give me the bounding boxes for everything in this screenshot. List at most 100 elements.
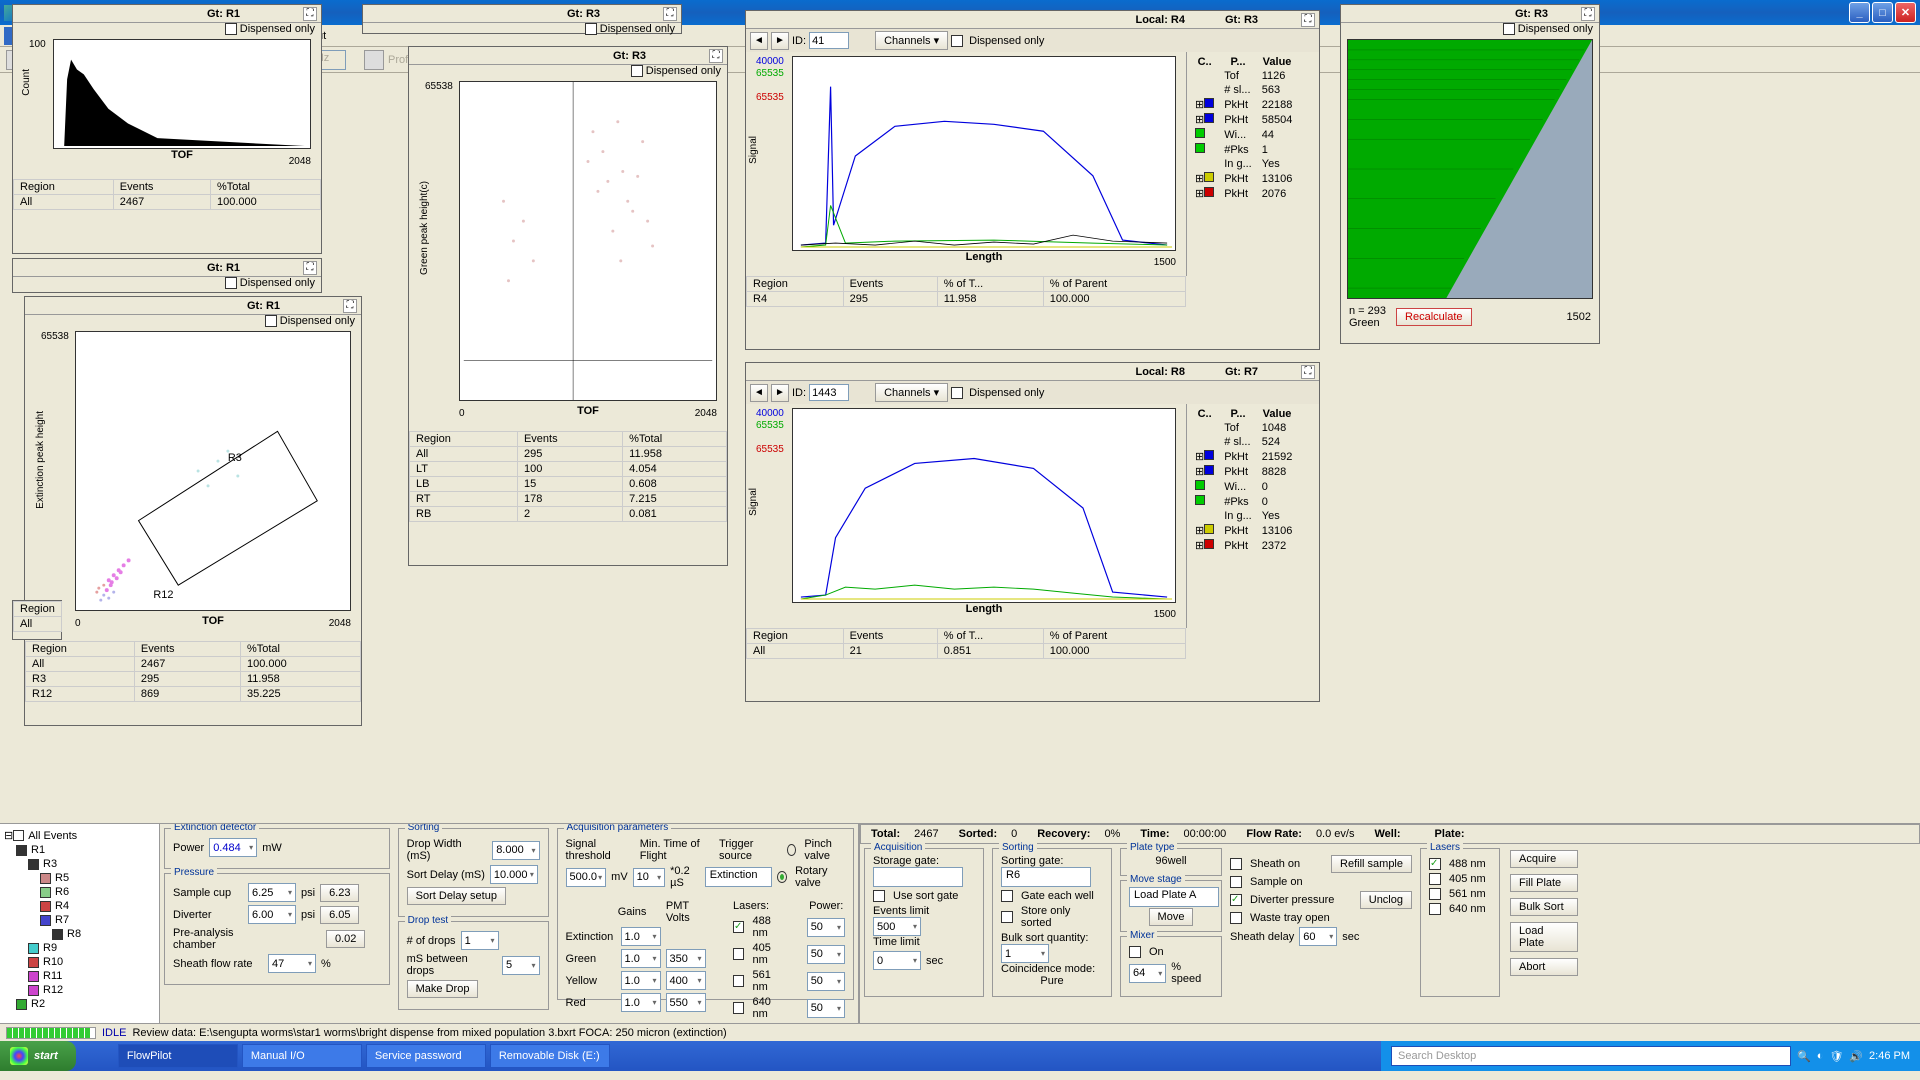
tree-item-r1[interactable]: R1 xyxy=(4,843,155,857)
expand-icon[interactable]: ⛶ xyxy=(1301,13,1315,27)
move-button[interactable]: Move xyxy=(1149,908,1194,926)
region-tree: ⊟ All Events R1R3R5R6R4R7R8R9R10R11R12R2 xyxy=(0,824,160,1023)
make-drop-button[interactable]: Make Drop xyxy=(407,980,479,998)
drops-input[interactable]: 1 xyxy=(461,931,499,950)
tree-all-events[interactable]: ⊟ All Events xyxy=(4,828,155,843)
profiling-icon[interactable] xyxy=(364,50,384,70)
plate-type-group: Plate type 96well xyxy=(1120,848,1222,876)
maximize-button[interactable]: □ xyxy=(1872,2,1893,23)
id-input[interactable] xyxy=(809,384,849,401)
expand-icon[interactable]: ⛶ xyxy=(709,49,723,63)
power-input[interactable]: 0.484 xyxy=(209,838,257,857)
sort-delay-setup-button[interactable]: Sort Delay setup xyxy=(407,887,506,905)
tree-item-r2[interactable]: R2 xyxy=(4,997,155,1011)
sheath-flow-input[interactable]: 47 xyxy=(268,954,316,973)
system-tray: Search Desktop 🔍 ◐ 🛡 🔊 2:46 PM xyxy=(1381,1041,1920,1071)
move-stage-combo[interactable]: Load Plate A xyxy=(1129,887,1219,907)
task-manual-io[interactable]: Manual I/O xyxy=(242,1044,362,1068)
tree-item-r3[interactable]: R3 xyxy=(4,857,155,871)
acquire-button[interactable]: Acquire xyxy=(1510,850,1578,868)
scatter-panel-extinction: Gt: R1 ⛶ Dispensed only Extinction peak … xyxy=(24,296,362,726)
min-tof-input[interactable]: 10 xyxy=(633,868,665,887)
expand-icon[interactable]: ⛶ xyxy=(663,7,677,21)
pressure-group: Pressure Sample cup 6.25psi 6.23 Diverte… xyxy=(164,873,390,985)
tree-item-r4[interactable]: R4 xyxy=(4,899,155,913)
sort-delay-input[interactable]: 10.000 xyxy=(490,865,538,884)
windows-logo-icon xyxy=(10,1047,28,1065)
id-input[interactable] xyxy=(809,32,849,49)
ms-drops-input[interactable]: 5 xyxy=(502,956,540,975)
region-table: RegionEvents% of T...% of Parent All210.… xyxy=(746,628,1186,659)
signal-panel-2: Local: R8 Gt: R7 ⛶ ◄ ► ID: Channels ▾ Di… xyxy=(745,362,1320,702)
tree-item-r9[interactable]: R9 xyxy=(4,941,155,955)
task-removable-disk[interactable]: Removable Disk (E:) xyxy=(490,1044,610,1068)
expand-icon[interactable]: ⛶ xyxy=(343,299,357,313)
signal-panel-1: Local: R4 Gt: R3 ⛶ ◄ ► ID: Channels ▾ Di… xyxy=(745,10,1320,350)
task-flowpilot[interactable]: FlowPilot xyxy=(118,1044,238,1068)
channels-dropdown[interactable]: Channels ▾ xyxy=(875,383,948,402)
channels-dropdown[interactable]: Channels ▾ xyxy=(875,31,948,50)
acquisition-params-group: Acquisition parameters Signal threshold … xyxy=(557,828,854,1000)
dispensed-checkbox[interactable] xyxy=(225,23,237,35)
sorting-group-2: Sorting Sorting gate: R6 Gate each well … xyxy=(992,848,1112,997)
unclog-button[interactable]: Unclog xyxy=(1360,891,1412,909)
tree-item-r6[interactable]: R6 xyxy=(4,885,155,899)
mixer-group: Mixer On 64% speed xyxy=(1120,936,1222,997)
preanalysis-value[interactable]: 0.02 xyxy=(326,930,365,948)
next-button[interactable]: ► xyxy=(771,384,789,402)
dispensed-checkbox[interactable] xyxy=(265,315,277,327)
diverter-input[interactable]: 6.00 xyxy=(248,905,296,924)
status-idle: IDLE xyxy=(102,1027,126,1039)
tree-item-r8[interactable]: R8 xyxy=(4,927,155,941)
taskbar: start FlowPilot Manual I/O Service passw… xyxy=(0,1041,1920,1071)
region-table: RegionEvents%Total All29511.958 LT1004.0… xyxy=(409,431,727,522)
drop-width-input[interactable]: 8.000 xyxy=(492,841,539,860)
sorting-group: Sorting Drop Width (mS)8.000 Sort Delay … xyxy=(398,828,549,917)
pinch-radio[interactable] xyxy=(787,844,796,856)
tray-icon[interactable]: 🔊 xyxy=(1849,1050,1863,1063)
tree-item-r11[interactable]: R11 xyxy=(4,969,155,983)
panel-gate: Gt: R1 xyxy=(207,8,240,20)
recalculate-button[interactable]: Recalculate xyxy=(1396,308,1471,326)
bulk-sort-input[interactable]: 1 xyxy=(1001,944,1049,963)
tray-icon[interactable]: ◐ xyxy=(1817,1050,1824,1062)
tree-item-r12[interactable]: R12 xyxy=(4,983,155,997)
clock[interactable]: 2:46 PM xyxy=(1869,1050,1910,1062)
dispensed-checkbox[interactable] xyxy=(225,277,237,289)
task-service-password[interactable]: Service password xyxy=(366,1044,486,1068)
rotary-radio[interactable] xyxy=(777,871,787,883)
expand-icon[interactable]: ⛶ xyxy=(303,261,317,275)
fill-plate-button[interactable]: Fill Plate xyxy=(1510,874,1578,892)
prev-button[interactable]: ◄ xyxy=(750,32,768,50)
load-plate-button[interactable]: Load Plate xyxy=(1510,922,1578,952)
tray-icon[interactable]: 🔍 xyxy=(1797,1050,1811,1063)
search-desktop-input[interactable]: Search Desktop xyxy=(1391,1046,1791,1066)
expand-icon[interactable]: ⛶ xyxy=(1301,365,1315,379)
expand-icon[interactable]: ⛶ xyxy=(1581,7,1595,21)
refill-button[interactable]: Refill sample xyxy=(1331,855,1412,873)
tray-icon[interactable]: 🛡 xyxy=(1829,1050,1843,1063)
expand-icon[interactable]: ⛶ xyxy=(303,7,317,21)
sample-lock-button[interactable]: 6.23 xyxy=(320,884,359,902)
abort-button[interactable]: Abort xyxy=(1510,958,1578,976)
diverter-lock-button[interactable]: 6.05 xyxy=(320,906,359,924)
next-button[interactable]: ► xyxy=(771,32,789,50)
close-button[interactable]: ✕ xyxy=(1895,2,1916,23)
sorting-gate-combo[interactable]: R6 xyxy=(1001,867,1091,887)
histogram-panel-r1: Gt: R1 ⛶ Dispensed only Count 100 2048 T… xyxy=(12,4,322,254)
minimize-button[interactable]: _ xyxy=(1849,2,1870,23)
status-summary: Total:2467 Sorted:0 Recovery:0% Time:00:… xyxy=(860,824,1920,844)
start-button[interactable]: start xyxy=(0,1041,76,1071)
progress-bar xyxy=(6,1027,96,1039)
bulk-sort-button[interactable]: Bulk Sort xyxy=(1510,898,1578,916)
sample-cup-input[interactable]: 6.25 xyxy=(248,883,296,902)
signal-threshold-input[interactable]: 500.0 xyxy=(566,868,607,887)
tree-item-r5[interactable]: R5 xyxy=(4,871,155,885)
trigger-source-combo[interactable]: Extinction xyxy=(705,867,772,887)
storage-gate-combo[interactable] xyxy=(873,867,963,887)
time-limit-input[interactable]: 0 xyxy=(873,951,921,970)
events-limit-input[interactable]: 500 xyxy=(873,917,921,936)
tree-item-r7[interactable]: R7 xyxy=(4,913,155,927)
prev-button[interactable]: ◄ xyxy=(750,384,768,402)
tree-item-r10[interactable]: R10 xyxy=(4,955,155,969)
